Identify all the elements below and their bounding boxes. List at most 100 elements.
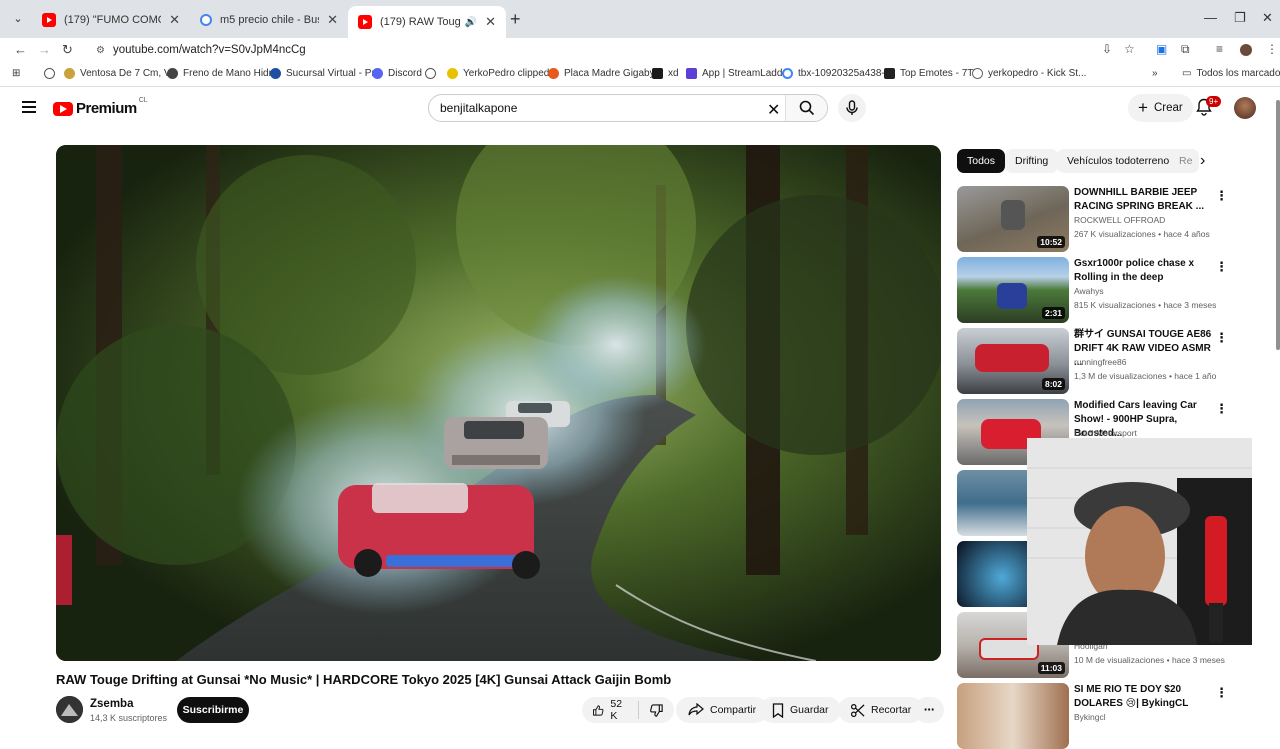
profile-avatar[interactable] xyxy=(1240,44,1252,56)
all-bookmarks[interactable]: ▭ Todos los marcadores xyxy=(1182,68,1280,79)
rec-channel[interactable]: runningfree86 xyxy=(1074,357,1126,367)
chip-offroad[interactable]: Vehículos todoterreno xyxy=(1057,149,1180,173)
account-avatar[interactable] xyxy=(1234,97,1256,119)
globe-icon[interactable] xyxy=(425,68,441,79)
new-tab-button[interactable]: + xyxy=(510,9,521,30)
more-actions-button[interactable]: ⋯ xyxy=(914,697,944,723)
rec-channel[interactable]: ROCKWELL OFFROAD xyxy=(1074,215,1165,225)
rec-meta: 10 M de visualizaciones • hace 3 meses xyxy=(1074,655,1225,665)
bookmark-item[interactable]: Discord xyxy=(372,68,422,79)
video-frame xyxy=(56,145,941,661)
install-icon[interactable]: ⇩ xyxy=(1102,42,1112,56)
translate-icon[interactable]: ▣ xyxy=(1156,42,1167,56)
extensions-icon[interactable]: ⧉ xyxy=(1181,42,1190,57)
site-info-icon[interactable]: ⚙ xyxy=(96,45,105,56)
channel-avatar[interactable] xyxy=(56,696,83,723)
close-icon[interactable]: ✕ xyxy=(169,12,180,28)
browser-tab[interactable]: m5 precio chile - Buscar con Go ✕ xyxy=(190,6,348,34)
chevron-right-icon[interactable]: › xyxy=(1200,152,1205,170)
globe-icon[interactable] xyxy=(44,68,60,79)
bookmark-item[interactable]: xd xyxy=(652,68,679,79)
subscribe-button[interactable]: Suscribirme xyxy=(177,697,249,723)
bookmark-item[interactable]: Sucursal Virtual - Pr... xyxy=(270,68,383,79)
recommendation-item[interactable]: SI ME RIO TE DOY $20 DOLARES 😢| BykingCL… xyxy=(957,683,1237,749)
chip-all[interactable]: Todos xyxy=(957,149,1006,173)
channel-name[interactable]: Zsemba xyxy=(90,698,133,710)
bookmark-item[interactable]: tbx-10920325a438-... xyxy=(782,68,893,79)
chip-drifting[interactable]: Drifting xyxy=(1005,149,1059,173)
create-button[interactable]: + Crear xyxy=(1128,94,1193,122)
reload-icon[interactable]: ↻ xyxy=(62,42,73,58)
video-player[interactable] xyxy=(56,145,941,661)
video-thumbnail[interactable]: 10:52 xyxy=(957,186,1069,252)
menu-icon[interactable] xyxy=(22,101,36,113)
close-icon[interactable]: ✕ xyxy=(485,14,496,30)
rec-meta: 815 K visualizaciones • hace 3 meses xyxy=(1074,300,1217,310)
rec-channel[interactable]: Awahys xyxy=(1074,286,1104,296)
bookmark-label: App | StreamLadder xyxy=(702,68,792,79)
browser-tab[interactable]: (179) "FUMO COMO RASTA" @ ✕ xyxy=(32,6,190,34)
channel-logo-icon xyxy=(56,696,83,723)
webcam-overlay xyxy=(1027,438,1252,645)
media-icon[interactable]: ≡ xyxy=(1216,42,1223,56)
close-window-icon[interactable]: ✕ xyxy=(1262,10,1273,26)
like-button[interactable]: 52 K xyxy=(582,697,638,723)
kebab-menu-icon[interactable]: ⋮ xyxy=(1215,259,1228,275)
clip-button[interactable]: Recortar xyxy=(838,697,924,723)
video-thumbnail[interactable]: 2:31 xyxy=(957,257,1069,323)
tab-search-button[interactable]: ⌄ xyxy=(8,8,28,28)
recommendation-item[interactable]: 2:31 Gsxr1000r police chase x Rolling in… xyxy=(957,257,1237,323)
more-bookmarks-icon[interactable]: » xyxy=(1152,68,1158,79)
youtube-logo[interactable]: Premium CL xyxy=(53,97,148,117)
forward-icon[interactable]: → xyxy=(38,42,51,57)
more-menu-icon[interactable]: ⋮ xyxy=(1266,42,1278,56)
back-icon[interactable]: ← xyxy=(14,42,27,57)
video-thumbnail[interactable] xyxy=(957,683,1069,749)
restore-icon[interactable]: ❐ xyxy=(1234,10,1246,26)
rec-channel[interactable]: Bykingcl xyxy=(1074,712,1106,722)
voice-search-button[interactable] xyxy=(838,94,866,122)
recommendation-item[interactable]: 10:52 DOWNHILL BARBIE JEEP RACING SPRING… xyxy=(957,186,1237,252)
bookmark-item[interactable]: Freno de Mano Hidr... xyxy=(167,68,280,79)
minimize-icon[interactable]: — xyxy=(1204,10,1217,25)
recommendation-item[interactable]: 8:02 群サイ GUNSAI TOUGE AE86 DRIFT 4K RAW … xyxy=(957,328,1237,394)
search-input[interactable] xyxy=(429,101,759,115)
video-thumbnail[interactable]: 8:02 xyxy=(957,328,1069,394)
dislike-button[interactable] xyxy=(639,697,674,723)
search-box: ✕ xyxy=(428,94,828,122)
chip-more[interactable]: Re xyxy=(1169,149,1199,173)
bookmark-item[interactable]: Top Emotes - 7TV xyxy=(884,68,980,79)
like-dislike-group: 52 K xyxy=(582,697,674,723)
rec-title[interactable]: Gsxr1000r police chase x Rolling in the … xyxy=(1074,257,1214,285)
bookmark-item[interactable]: YerkoPedro clipped... xyxy=(447,68,558,79)
bookmark-item[interactable]: Ventosa De 7 Cm, V... xyxy=(64,68,178,79)
rec-title[interactable]: DOWNHILL BARBIE JEEP RACING SPRING BREAK… xyxy=(1074,186,1214,214)
youtube-header: Premium CL ✕ + Crear 9+ xyxy=(0,88,1280,130)
clear-search-icon[interactable]: ✕ xyxy=(767,100,780,120)
share-button[interactable]: Compartir xyxy=(676,697,769,723)
address-bar-row: ← → ↻ ⚙ youtube.com/watch?v=S0vJpM4ncCg … xyxy=(0,38,1280,62)
speaker-icon[interactable]: 🔊 xyxy=(465,17,477,28)
page-scrollbar[interactable] xyxy=(1276,100,1280,350)
bookmark-item[interactable]: yerkopedro - Kick St... xyxy=(972,68,1086,79)
kebab-menu-icon[interactable]: ⋮ xyxy=(1215,330,1228,346)
kick-icon xyxy=(652,68,663,79)
close-icon[interactable]: ✕ xyxy=(327,12,338,28)
kebab-menu-icon[interactable]: ⋮ xyxy=(1215,685,1228,701)
save-button[interactable]: Guardar xyxy=(760,697,841,723)
create-label: Crear xyxy=(1153,102,1183,114)
kebab-menu-icon[interactable]: ⋮ xyxy=(1215,401,1228,417)
rec-title[interactable]: SI ME RIO TE DOY $20 DOLARES 😢| BykingCL xyxy=(1074,683,1214,711)
rec-channel[interactable]: DutchMotorsport xyxy=(1074,428,1137,438)
bookmark-item[interactable]: App | StreamLadder xyxy=(686,68,791,79)
browser-tab-active[interactable]: (179) RAW Touge Drifting at 🔊 ✕ xyxy=(348,6,506,38)
clip-label: Recortar xyxy=(871,704,912,716)
address-field[interactable]: ⚙ youtube.com/watch?v=S0vJpM4ncCg xyxy=(86,39,1146,61)
apps-icon[interactable]: ⊞ xyxy=(12,68,20,79)
search-icon xyxy=(799,100,814,116)
search-button[interactable] xyxy=(785,95,827,121)
bookmark-item[interactable]: Placa Madre Gigaby... xyxy=(548,68,662,79)
scissors-icon xyxy=(850,703,865,717)
kebab-menu-icon[interactable]: ⋮ xyxy=(1215,188,1228,204)
bookmark-star-icon[interactable]: ☆ xyxy=(1124,42,1135,56)
